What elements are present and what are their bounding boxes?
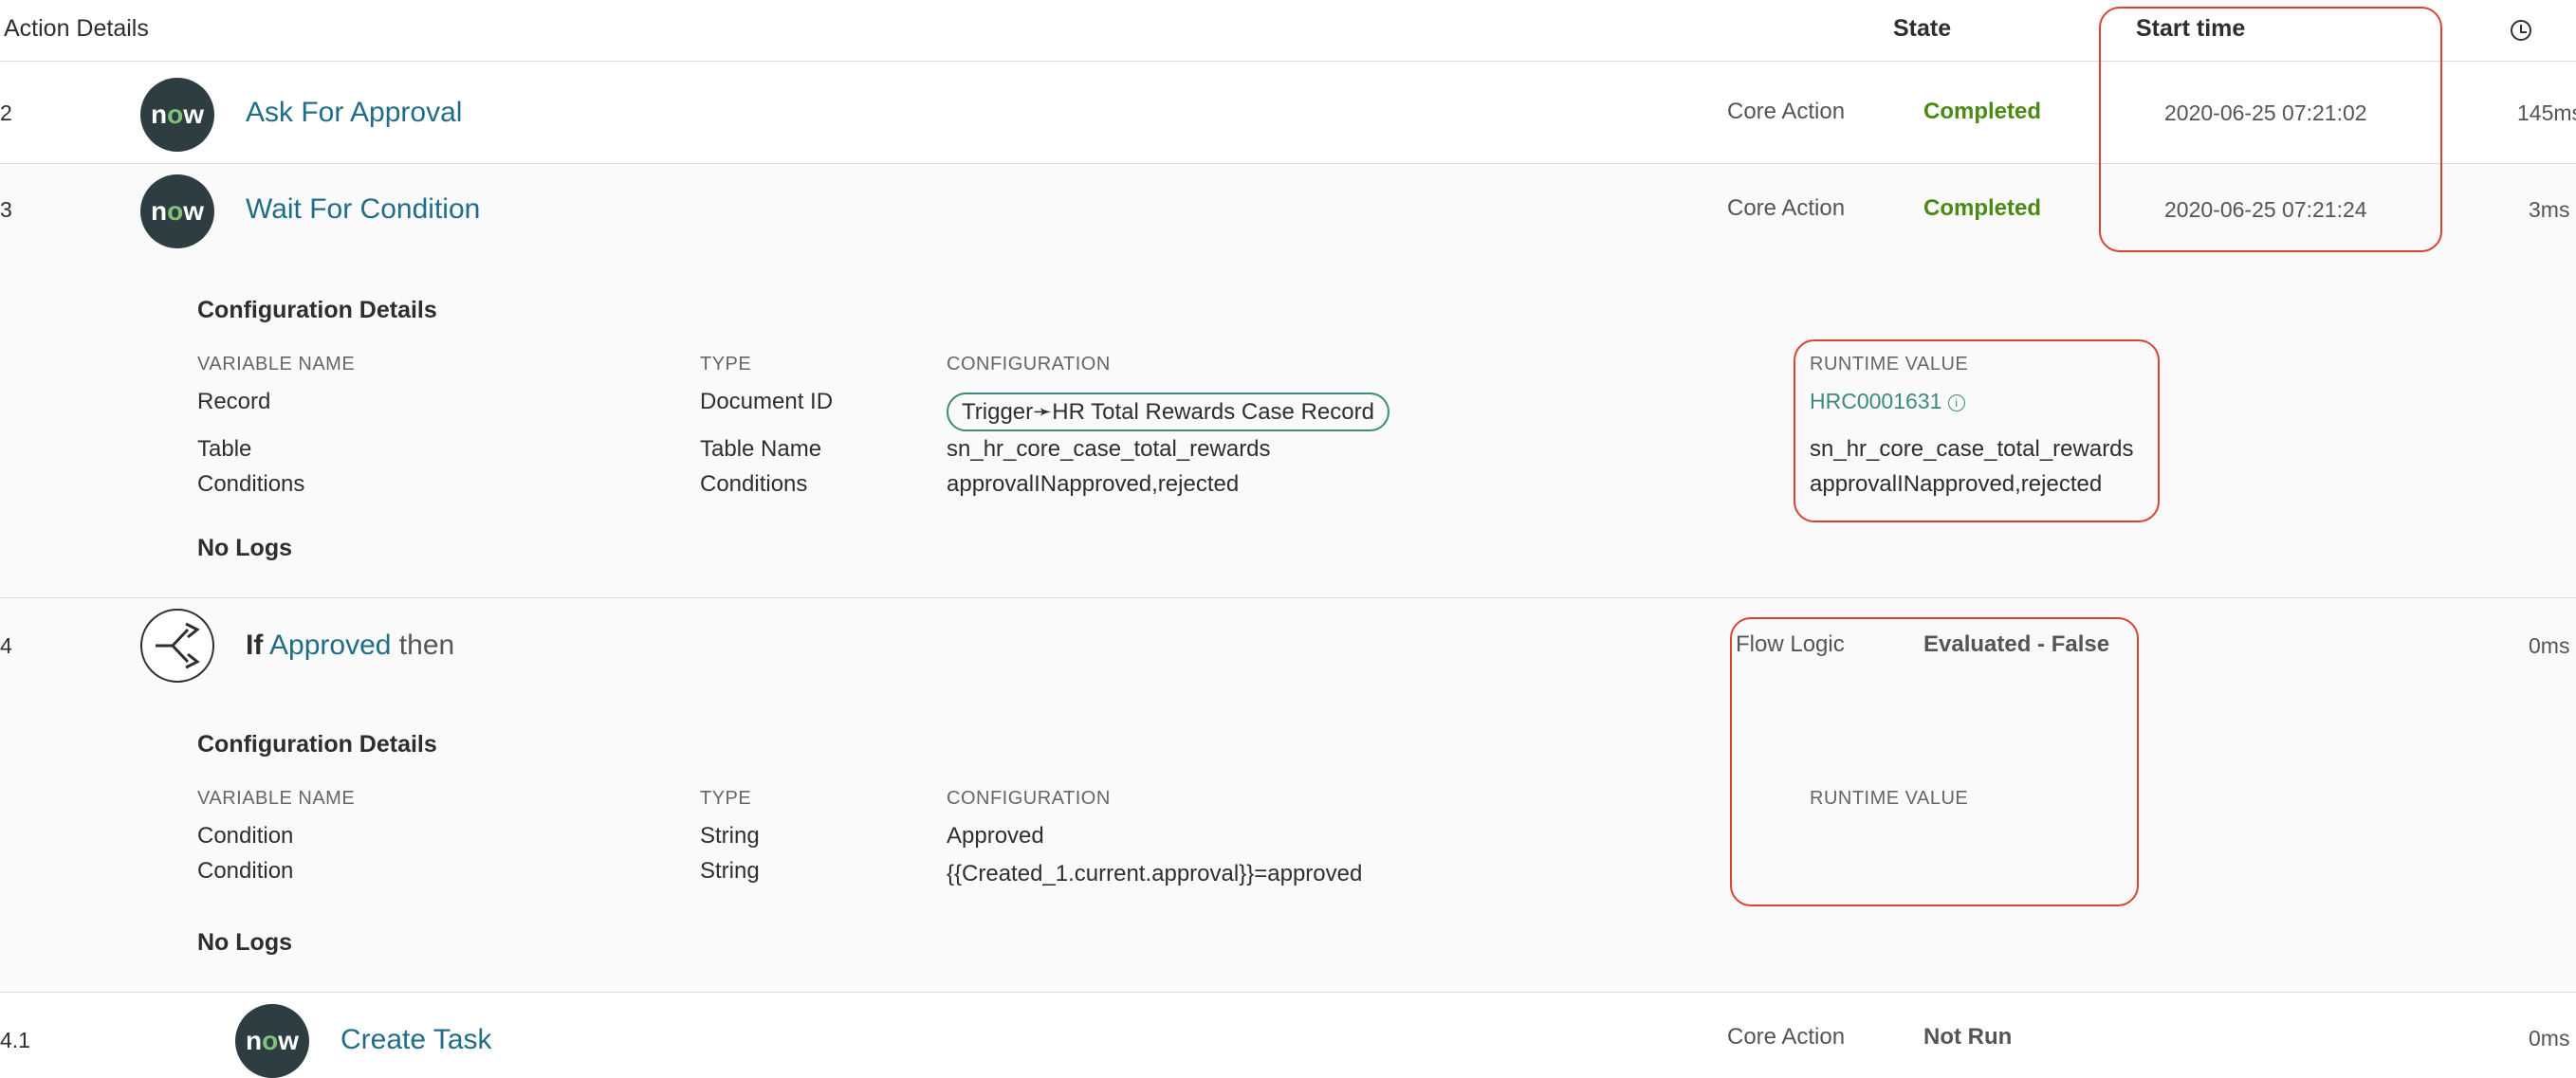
duration-value: 3ms (2529, 197, 2570, 222)
variable-name: Condition (197, 823, 294, 849)
duration-value: 0ms (2529, 633, 2570, 658)
column-type: TYPE (700, 788, 752, 809)
clock-icon[interactable] (2511, 20, 2531, 41)
no-logs-label: No Logs (197, 929, 292, 956)
start-time-highlight-box (2099, 7, 2442, 252)
variable-type: Conditions (700, 471, 808, 497)
row-number: 4.1 (0, 1028, 30, 1052)
variable-configuration: sn_hr_core_case_total_rewards (947, 436, 1271, 462)
variable-name: Table (197, 436, 252, 462)
variable-configuration: {{Created_1.current.approval}}=approved (947, 861, 1363, 886)
action-type: Core Action (1727, 195, 1846, 221)
action-type: Core Action (1727, 99, 1846, 124)
logo-letter: w (183, 196, 204, 226)
no-logs-label: No Logs (197, 535, 292, 561)
runtime-value-highlight-box (1794, 339, 2160, 522)
action-title-link[interactable]: Create Task (340, 1024, 492, 1056)
column-variable-name: VARIABLE NAME (197, 354, 356, 375)
trigger-pill-link[interactable]: Trigger➛HR Total Rewards Case Record (947, 393, 1389, 431)
action-title-link[interactable]: Ask For Approval (246, 97, 462, 129)
status-completed: Completed (1923, 99, 2042, 124)
variable-type: String (700, 858, 760, 884)
condition-link[interactable]: Approved (269, 630, 391, 661)
duration-value: 0ms (2529, 1026, 2570, 1051)
logo-letter: w (183, 100, 204, 129)
logo-letter: o (167, 196, 184, 226)
action-title-link[interactable]: Wait For Condition (246, 193, 480, 226)
logo-letter: n (151, 196, 168, 226)
row-divider (0, 992, 2576, 993)
column-header-state[interactable]: State (1893, 15, 1951, 43)
variable-type: Document ID (700, 389, 834, 414)
logo-letter: n (151, 100, 168, 129)
configuration-details-title: Configuration Details (197, 297, 437, 323)
column-variable-name: VARIABLE NAME (197, 788, 356, 809)
branch-icon-svg (156, 622, 200, 669)
row-number: 3 (0, 197, 12, 222)
flow-logic-highlight-box (1730, 617, 2139, 906)
variable-configuration: approvalINapproved,rejected (947, 471, 1240, 497)
if-keyword: If (246, 630, 264, 661)
status-completed: Completed (1923, 195, 2042, 221)
column-header-action-details[interactable]: Action Details (4, 15, 149, 43)
column-type: TYPE (700, 354, 752, 375)
branch-icon (140, 609, 214, 683)
row-number: 2 (0, 100, 12, 125)
now-logo-icon: now (140, 174, 214, 248)
logo-letter: w (278, 1026, 299, 1055)
duration-value: 145ms (2517, 100, 2576, 125)
row-number: 4 (0, 633, 12, 658)
variable-name: Condition (197, 858, 294, 884)
flow-logic-title: If Approved then (246, 630, 454, 662)
variable-name: Conditions (197, 471, 305, 497)
action-type: Core Action (1727, 1024, 1846, 1050)
column-configuration: CONFIGURATION (947, 354, 1111, 375)
logo-letter: o (167, 100, 184, 129)
logo-letter: n (246, 1026, 263, 1055)
variable-name: Record (197, 389, 271, 414)
logo-letter: o (262, 1026, 279, 1055)
column-configuration: CONFIGURATION (947, 788, 1111, 809)
status-not-run: Not Run (1923, 1024, 2013, 1050)
variable-type: Table Name (700, 436, 822, 462)
variable-type: String (700, 823, 760, 849)
then-keyword: then (398, 630, 455, 661)
configuration-details-title: Configuration Details (197, 731, 437, 758)
now-logo-icon: now (235, 1004, 309, 1078)
variable-configuration: Approved (947, 823, 1044, 849)
now-logo-icon: now (140, 78, 214, 152)
